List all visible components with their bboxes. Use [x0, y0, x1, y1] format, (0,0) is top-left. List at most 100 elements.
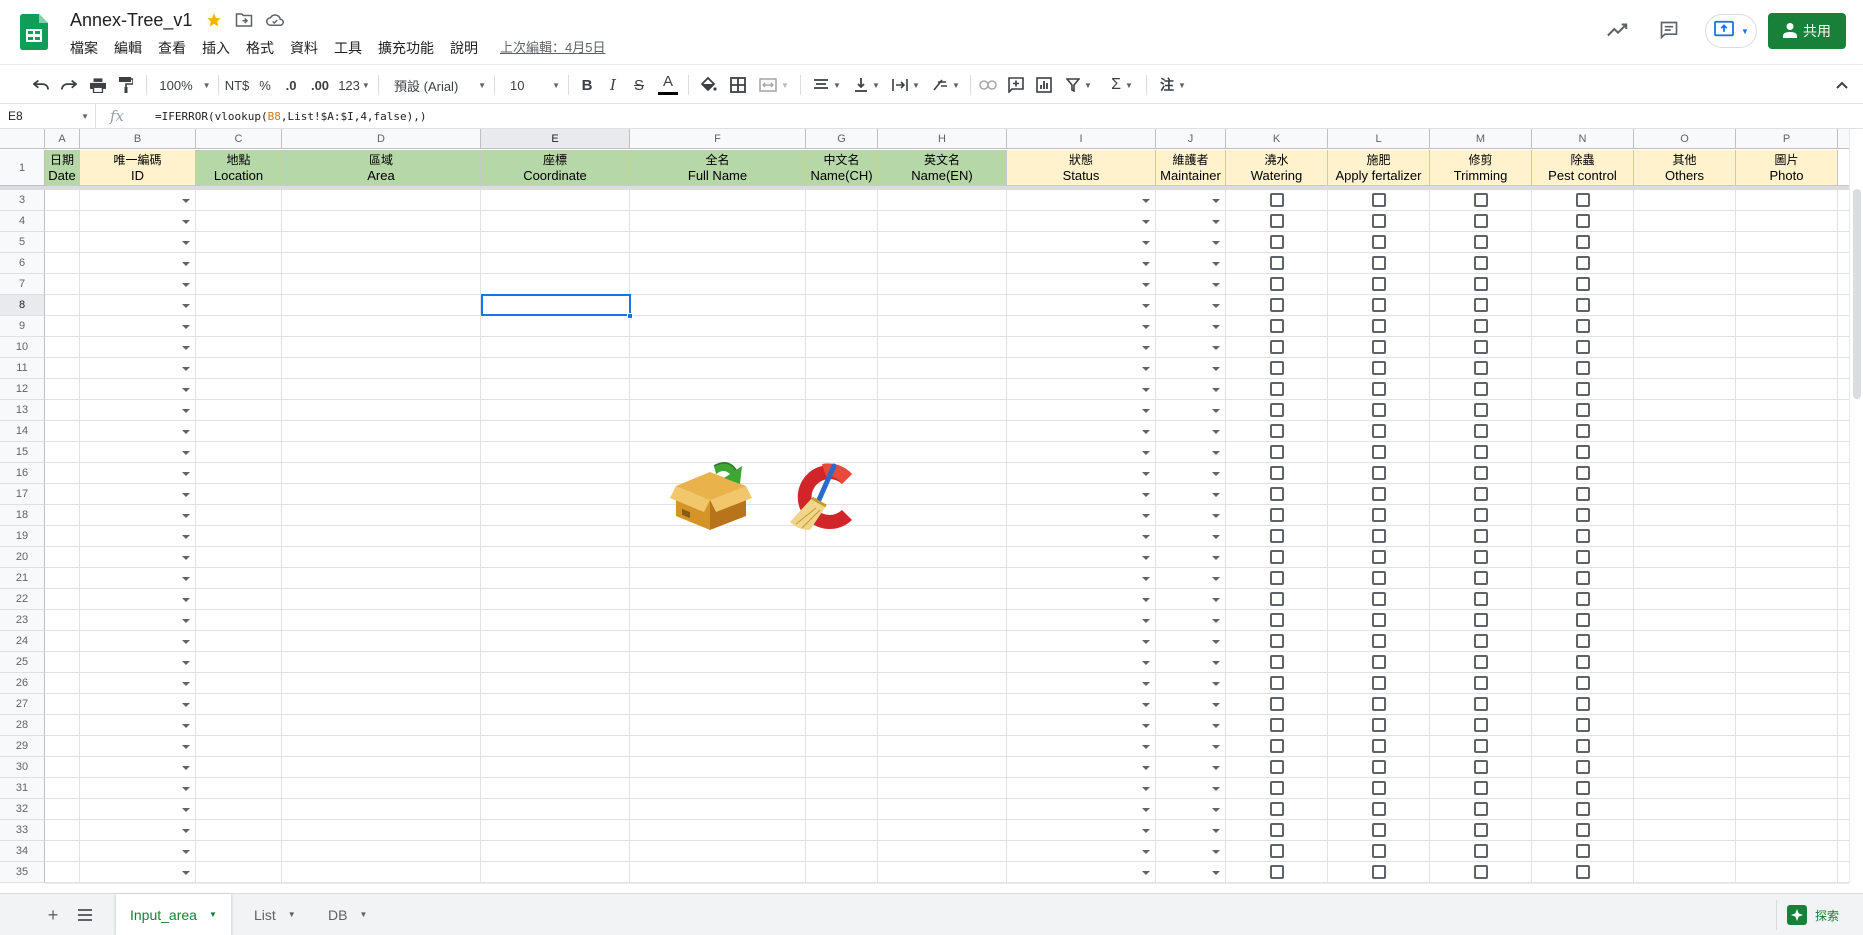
row-header[interactable]: 26 — [0, 673, 45, 694]
row-header[interactable]: 34 — [0, 841, 45, 862]
checkbox[interactable] — [1270, 571, 1284, 585]
package-box-image[interactable] — [670, 460, 752, 532]
dropdown-arrow-icon[interactable] — [1142, 493, 1150, 497]
checkbox[interactable] — [1576, 319, 1590, 333]
document-title[interactable]: Annex-Tree_v1 — [70, 10, 192, 31]
merge-cells-icon[interactable]: ▼ — [756, 71, 792, 99]
checkbox[interactable] — [1576, 487, 1590, 501]
move-folder-icon[interactable] — [233, 9, 255, 31]
checkbox[interactable] — [1576, 193, 1590, 207]
checkbox[interactable] — [1576, 550, 1590, 564]
row-header[interactable]: 14 — [0, 421, 45, 442]
checkbox[interactable] — [1372, 529, 1386, 543]
dropdown-arrow-icon[interactable] — [1142, 619, 1150, 623]
dropdown-arrow-icon[interactable] — [182, 682, 190, 686]
checkbox[interactable] — [1576, 445, 1590, 459]
dropdown-arrow-icon[interactable] — [1142, 367, 1150, 371]
row-header[interactable]: 19 — [0, 526, 45, 547]
row-header[interactable]: 8 — [0, 295, 45, 316]
dropdown-arrow-icon[interactable] — [182, 325, 190, 329]
dropdown-arrow-icon[interactable] — [1212, 598, 1220, 602]
dropdown-arrow-icon[interactable] — [1142, 388, 1150, 392]
checkbox[interactable] — [1576, 571, 1590, 585]
dropdown-arrow-icon[interactable] — [1142, 220, 1150, 224]
dropdown-arrow-icon[interactable] — [1212, 808, 1220, 812]
checkbox[interactable] — [1270, 760, 1284, 774]
dropdown-arrow-icon[interactable] — [182, 724, 190, 728]
row-header[interactable]: 25 — [0, 652, 45, 673]
dropdown-arrow-icon[interactable] — [1142, 766, 1150, 770]
dropdown-arrow-icon[interactable] — [182, 556, 190, 560]
checkbox[interactable] — [1576, 235, 1590, 249]
checkbox[interactable] — [1270, 802, 1284, 816]
checkbox[interactable] — [1474, 781, 1488, 795]
checkbox[interactable] — [1270, 214, 1284, 228]
checkbox[interactable] — [1474, 382, 1488, 396]
column-header-p[interactable]: P — [1736, 129, 1838, 149]
checkbox[interactable] — [1372, 487, 1386, 501]
dropdown-arrow-icon[interactable] — [182, 829, 190, 833]
dropdown-arrow-icon[interactable] — [182, 367, 190, 371]
borders-icon[interactable] — [726, 71, 750, 99]
dropdown-arrow-icon[interactable] — [182, 472, 190, 476]
dropdown-arrow-icon[interactable] — [1212, 703, 1220, 707]
menu-file[interactable]: 檔案 — [62, 39, 106, 57]
column-header-d[interactable]: D — [282, 129, 481, 149]
activity-trend-icon[interactable] — [1604, 16, 1632, 44]
checkbox[interactable] — [1474, 529, 1488, 543]
row-header[interactable]: 11 — [0, 358, 45, 379]
checkbox[interactable] — [1372, 235, 1386, 249]
menu-edit[interactable]: 編輯 — [106, 39, 150, 57]
header-cell-i[interactable]: 狀態 Status — [1007, 150, 1156, 186]
checkbox[interactable] — [1372, 655, 1386, 669]
column-header-e[interactable]: E — [481, 129, 630, 149]
row-header[interactable]: 3 — [0, 190, 45, 211]
header-cell-l[interactable]: 施肥 Apply fertalizer — [1328, 150, 1430, 186]
checkbox[interactable] — [1372, 340, 1386, 354]
checkbox[interactable] — [1576, 508, 1590, 522]
text-rotation-icon[interactable]: ▼ — [928, 71, 964, 99]
dropdown-arrow-icon[interactable] — [1212, 199, 1220, 203]
dropdown-arrow-icon[interactable] — [182, 703, 190, 707]
row-header[interactable]: 7 — [0, 274, 45, 295]
text-wrapping-icon[interactable]: ▼ — [888, 71, 924, 99]
checkbox[interactable] — [1474, 760, 1488, 774]
checkbox[interactable] — [1372, 781, 1386, 795]
checkbox[interactable] — [1270, 235, 1284, 249]
header-cell-k[interactable]: 澆水 Watering — [1226, 150, 1328, 186]
dropdown-arrow-icon[interactable] — [1212, 766, 1220, 770]
checkbox[interactable] — [1270, 697, 1284, 711]
checkbox[interactable] — [1270, 676, 1284, 690]
header-cell-g[interactable]: 中文名 Name(CH) — [806, 150, 878, 186]
column-header-j[interactable]: J — [1156, 129, 1226, 149]
dropdown-arrow-icon[interactable] — [182, 598, 190, 602]
checkbox[interactable] — [1576, 277, 1590, 291]
checkbox[interactable] — [1270, 592, 1284, 606]
dropdown-arrow-icon[interactable] — [182, 493, 190, 497]
checkbox[interactable] — [1474, 214, 1488, 228]
dropdown-arrow-icon[interactable] — [1142, 430, 1150, 434]
vertical-scrollbar[interactable] — [1849, 129, 1863, 883]
checkbox[interactable] — [1270, 466, 1284, 480]
checkbox[interactable] — [1576, 823, 1590, 837]
checkbox[interactable] — [1270, 277, 1284, 291]
last-edit-link[interactable]: 上次編輯：4月5日 — [500, 39, 605, 57]
dropdown-arrow-icon[interactable] — [1212, 409, 1220, 413]
dropdown-arrow-icon[interactable] — [1142, 346, 1150, 350]
dropdown-arrow-icon[interactable] — [1142, 409, 1150, 413]
checkbox[interactable] — [1474, 739, 1488, 753]
increase-decimal-button[interactable]: .00 — [306, 71, 334, 99]
dropdown-arrow-icon[interactable] — [182, 787, 190, 791]
menu-insert[interactable]: 插入 — [194, 39, 238, 57]
checkbox[interactable] — [1372, 697, 1386, 711]
insert-link-icon[interactable] — [976, 71, 1000, 99]
fill-color-icon[interactable] — [696, 71, 720, 99]
checkbox[interactable] — [1474, 802, 1488, 816]
dropdown-arrow-icon[interactable] — [1142, 556, 1150, 560]
chevron-down-icon[interactable]: ▼ — [209, 910, 217, 919]
menu-extensions[interactable]: 擴充功能 — [370, 39, 442, 57]
row-header[interactable]: 22 — [0, 589, 45, 610]
font-size-select[interactable]: 10 ▼ — [504, 71, 560, 99]
checkbox[interactable] — [1372, 634, 1386, 648]
checkbox[interactable] — [1474, 235, 1488, 249]
